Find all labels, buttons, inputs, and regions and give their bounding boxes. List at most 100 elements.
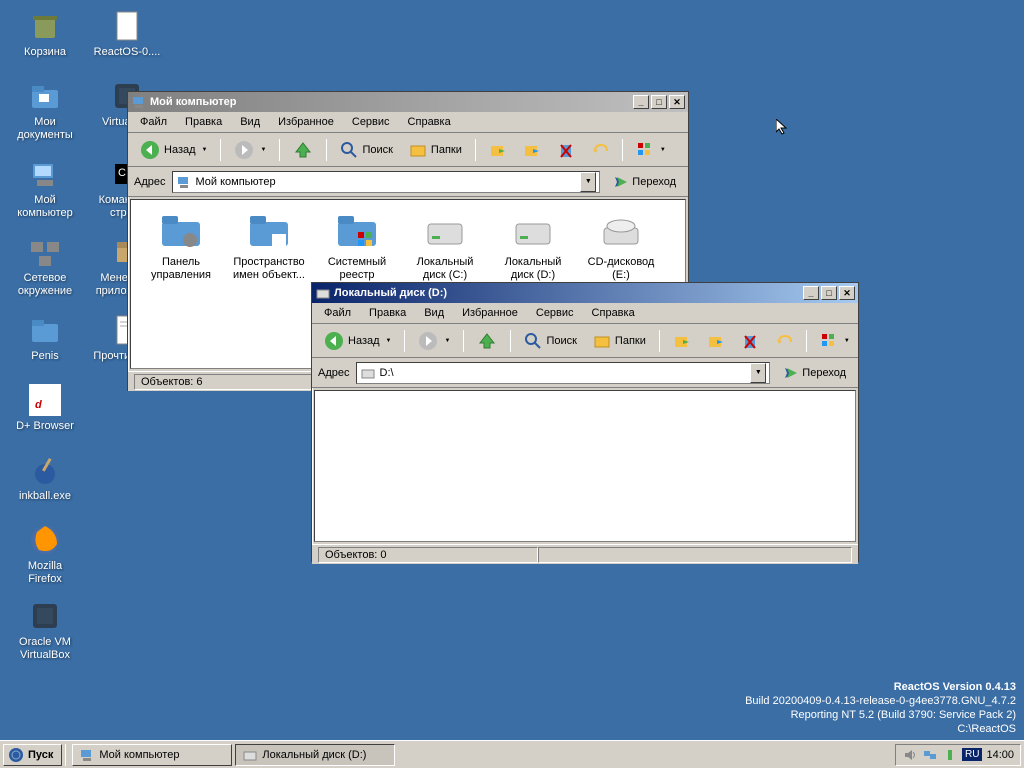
menu-tools[interactable]: Сервис [528, 305, 582, 321]
window-local-disk-d: Локальный диск (D:) _ □ ✕ Файл Правка Ви… [311, 282, 859, 562]
delete-button[interactable] [735, 328, 765, 354]
menu-view[interactable]: Вид [232, 114, 268, 130]
copy-to-button[interactable] [701, 328, 731, 354]
undo-button[interactable] [769, 328, 799, 354]
desktop-icon-oracle-vm[interactable]: Oracle VM VirtualBox [10, 600, 80, 662]
task-button-my-computer[interactable]: Мой компьютер [72, 744, 232, 766]
menu-favorites[interactable]: Избранное [270, 114, 342, 130]
folder-icon [29, 80, 61, 112]
views-button[interactable]: ▼ [814, 328, 856, 354]
views-icon [636, 141, 654, 159]
desktop-icon-firefox[interactable]: Mozilla Firefox [10, 524, 80, 586]
address-input[interactable]: D:\ ▼ [356, 362, 771, 384]
disk-icon [421, 210, 469, 252]
maximize-button[interactable]: □ [821, 286, 837, 300]
desktop-icon-reactos-file[interactable]: ReactOS-0.... [92, 10, 162, 59]
forward-button[interactable]: ▼ [228, 136, 272, 164]
moveto-icon [673, 332, 691, 350]
svg-text:d: d [35, 399, 42, 411]
minimize-button[interactable]: _ [633, 95, 649, 109]
item-control-panel[interactable]: Панель управления [141, 210, 221, 282]
statusbar: Объектов: 0 [312, 544, 858, 564]
move-to-button[interactable] [667, 328, 697, 354]
desktop-icon-my-documents[interactable]: Мои документы [10, 80, 80, 142]
folders-button[interactable]: Папки [403, 137, 468, 163]
back-button[interactable]: Назад▼ [134, 136, 213, 164]
search-button[interactable]: Поиск [334, 137, 398, 163]
views-icon [820, 332, 838, 350]
search-button[interactable]: Поиск [518, 328, 582, 354]
desktop-icon-recycle-bin[interactable]: Корзина [10, 10, 80, 59]
computer-icon [176, 174, 192, 190]
delete-icon [557, 141, 575, 159]
cd-drive-icon [597, 210, 645, 252]
usb-tray-icon[interactable] [942, 747, 958, 763]
network-tray-icon[interactable] [922, 747, 938, 763]
go-icon [612, 174, 628, 190]
disk-icon [360, 365, 376, 381]
reactos-logo-icon [8, 747, 24, 763]
close-button[interactable]: ✕ [669, 95, 685, 109]
forward-arrow-icon [234, 140, 254, 160]
forward-button[interactable]: ▼ [412, 327, 456, 355]
copy-to-button[interactable] [517, 137, 547, 163]
desktop-icon-my-computer[interactable]: Мой компьютер [10, 158, 80, 220]
menu-view[interactable]: Вид [416, 305, 452, 321]
delete-button[interactable] [551, 137, 581, 163]
folders-icon [409, 141, 427, 159]
close-button[interactable]: ✕ [839, 286, 855, 300]
menu-tools[interactable]: Сервис [344, 114, 398, 130]
start-button[interactable]: Пуск [3, 744, 62, 766]
item-registry[interactable]: Системный реестр [317, 210, 397, 282]
search-icon [524, 332, 542, 350]
volume-icon[interactable] [902, 747, 918, 763]
desktop-icon-inkball[interactable]: inkball.exe [10, 454, 80, 503]
folders-button[interactable]: Папки [587, 328, 652, 354]
menu-help[interactable]: Справка [584, 305, 643, 321]
build-info: ReactOS Version 0.4.13 Build 20200409-0.… [745, 680, 1016, 736]
maximize-button[interactable]: □ [651, 95, 667, 109]
address-input[interactable]: Мой компьютер ▼ [172, 171, 601, 193]
menu-edit[interactable]: Правка [177, 114, 230, 130]
item-namespace[interactable]: Пространство имен объект... [229, 210, 309, 282]
item-local-disk-c[interactable]: Локальный диск (C:) [405, 210, 485, 282]
taskbar: Пуск Мой компьютер Локальный диск (D:) R… [0, 740, 1024, 768]
go-button[interactable]: Переход [776, 363, 852, 383]
desktop-icon-folder[interactable]: Penis [10, 314, 80, 363]
views-button[interactable]: ▼ [630, 137, 672, 163]
language-indicator[interactable]: RU [962, 748, 982, 761]
delete-icon [741, 332, 759, 350]
menu-file[interactable]: Файл [132, 114, 175, 130]
menu-file[interactable]: Файл [316, 305, 359, 321]
undo-icon [591, 141, 609, 159]
content-area[interactable] [314, 390, 856, 542]
folder-gear-icon [157, 210, 205, 252]
task-button-local-disk-d[interactable]: Локальный диск (D:) [235, 744, 395, 766]
menu-help[interactable]: Справка [400, 114, 459, 130]
virtualbox-icon [29, 600, 61, 632]
titlebar[interactable]: Мой компьютер _ □ ✕ [128, 92, 688, 112]
menu-edit[interactable]: Правка [361, 305, 414, 321]
folders-icon [593, 332, 611, 350]
folder-registry-icon [333, 210, 381, 252]
minimize-button[interactable]: _ [803, 286, 819, 300]
clock[interactable]: 14:00 [986, 749, 1014, 761]
up-button[interactable] [287, 136, 319, 164]
move-to-button[interactable] [483, 137, 513, 163]
undo-button[interactable] [585, 137, 615, 163]
window-title: Мой компьютер [150, 96, 633, 108]
item-cd-drive[interactable]: CD-дисковод (E:) [581, 210, 661, 282]
up-button[interactable] [471, 327, 503, 355]
menubar: Файл Правка Вид Избранное Сервис Справка [312, 303, 858, 324]
item-local-disk-d[interactable]: Локальный диск (D:) [493, 210, 573, 282]
address-dropdown-button[interactable]: ▼ [750, 363, 766, 383]
back-button[interactable]: Назад▼ [318, 327, 397, 355]
back-arrow-icon [324, 331, 344, 351]
address-dropdown-button[interactable]: ▼ [580, 172, 596, 192]
go-button[interactable]: Переход [606, 172, 682, 192]
desktop-icon-network[interactable]: Сетевое окружение [10, 236, 80, 298]
toolbar: Назад▼ ▼ Поиск Папки ▼ [128, 133, 688, 167]
titlebar[interactable]: Локальный диск (D:) _ □ ✕ [312, 283, 858, 303]
desktop-icon-dbrowser[interactable]: d D+ Browser [10, 384, 80, 433]
menu-favorites[interactable]: Избранное [454, 305, 526, 321]
